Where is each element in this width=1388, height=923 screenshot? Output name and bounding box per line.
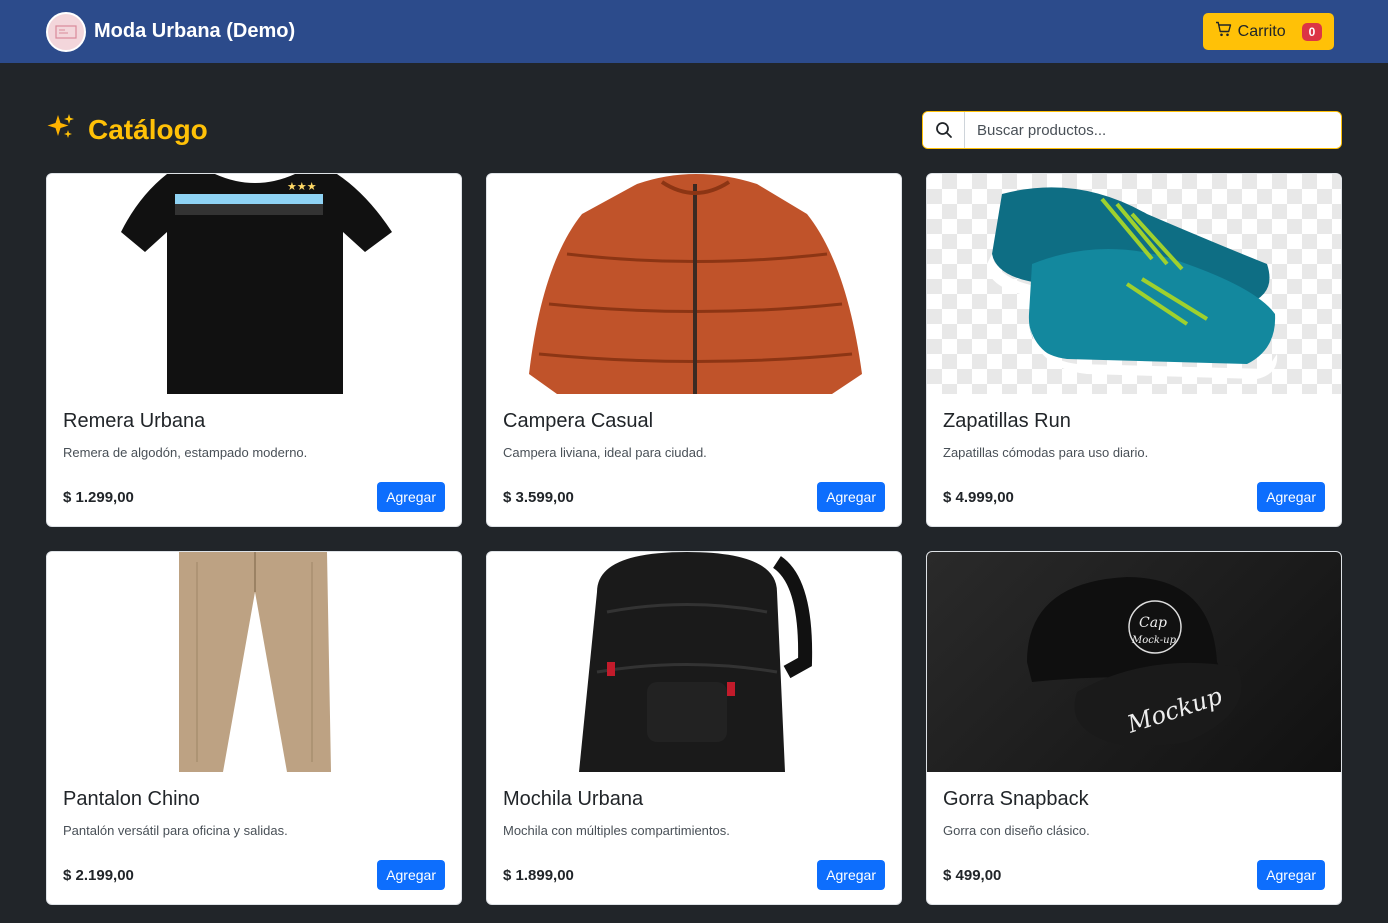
brand-logo (46, 11, 86, 52)
product-image-tshirt: ★★★ (47, 174, 461, 394)
product-card-body: Remera Urbana Remera de algodón, estampa… (47, 394, 461, 526)
add-to-cart-button[interactable]: Agregar (817, 860, 885, 890)
cart-icon (1215, 21, 1232, 42)
brand-title: Moda Urbana (Demo) (94, 20, 296, 42)
product-card-body: Zapatillas Run Zapatillas cómodas para u… (927, 394, 1341, 526)
product-description: Zapatillas cómodas para uso diario. (943, 445, 1149, 460)
product-price: $ 4.999,00 (943, 489, 1014, 506)
product-image-sneakers (927, 174, 1341, 394)
product-card-body: Mochila Urbana Mochila con múltiples com… (487, 772, 901, 904)
product-card: Mochila Urbana Mochila con múltiples com… (486, 551, 902, 905)
sparkles-icon (46, 112, 76, 149)
product-grid: ★★★ Remera Urbana Remera de algodón, est… (46, 173, 1342, 905)
product-name: Zapatillas Run (943, 410, 1071, 432)
product-description: Campera liviana, ideal para ciudad. (503, 445, 707, 460)
product-image-pants (47, 552, 461, 772)
product-name: Campera Casual (503, 410, 654, 432)
svg-text:★★★: ★★★ (287, 180, 317, 193)
product-card-body: Gorra Snapback Gorra con diseño clásico.… (927, 772, 1341, 904)
product-price: $ 1.299,00 (63, 489, 134, 506)
product-description: Pantalón versátil para oficina y salidas… (63, 823, 288, 838)
brand[interactable]: Moda Urbana (Demo) (46, 11, 296, 52)
product-name: Gorra Snapback (943, 788, 1089, 810)
add-to-cart-button[interactable]: Agregar (817, 482, 885, 512)
product-image-backpack (487, 552, 901, 772)
product-card: Pantalon Chino Pantalón versátil para of… (46, 551, 462, 905)
product-description: Remera de algodón, estampado moderno. (63, 445, 308, 460)
cart-button[interactable]: Carrito 0 (1203, 13, 1334, 50)
product-price: $ 3.599,00 (503, 489, 574, 506)
product-image-jacket (487, 174, 901, 394)
product-card: Cap Mock-up Mockup Gorra Snapback Gorra … (926, 551, 1342, 905)
cart-label: Carrito (1237, 22, 1286, 40)
product-card: Campera Casual Campera liviana, ideal pa… (486, 173, 902, 527)
product-description: Gorra con diseño clásico. (943, 823, 1090, 838)
product-price: $ 2.199,00 (63, 867, 134, 884)
product-card-body: Pantalon Chino Pantalón versátil para of… (47, 772, 461, 904)
product-name: Pantalon Chino (63, 788, 200, 810)
catalog-title-text: Catálogo (88, 114, 208, 145)
add-to-cart-button[interactable]: Agregar (1257, 860, 1325, 890)
product-card-body: Campera Casual Campera liviana, ideal pa… (487, 394, 901, 526)
product-description: Mochila con múltiples compartimientos. (503, 823, 730, 838)
cart-count-badge: 0 (1301, 22, 1323, 41)
product-name: Remera Urbana (63, 410, 206, 432)
search-input[interactable] (965, 112, 1341, 148)
product-price: $ 499,00 (943, 867, 1002, 884)
add-to-cart-button[interactable]: Agregar (1257, 482, 1325, 512)
product-card: ★★★ Remera Urbana Remera de algodón, est… (46, 173, 462, 527)
catalog-title: Catálogo (46, 112, 208, 149)
product-image-cap: Cap Mock-up Mockup (927, 552, 1341, 772)
add-to-cart-button[interactable]: Agregar (377, 482, 445, 512)
catalog-header: Catálogo (46, 110, 1342, 150)
search-icon[interactable] (923, 112, 965, 148)
product-name: Mochila Urbana (503, 788, 644, 810)
search-box (922, 111, 1342, 149)
add-to-cart-button[interactable]: Agregar (377, 860, 445, 890)
cap-print-mockup-small: Mock-up (1131, 635, 1177, 646)
product-card: Zapatillas Run Zapatillas cómodas para u… (926, 173, 1342, 527)
navbar: Moda Urbana (Demo) Carrito 0 (0, 0, 1388, 63)
cap-print-cap: Cap (1139, 615, 1167, 631)
product-price: $ 1.899,00 (503, 867, 574, 884)
